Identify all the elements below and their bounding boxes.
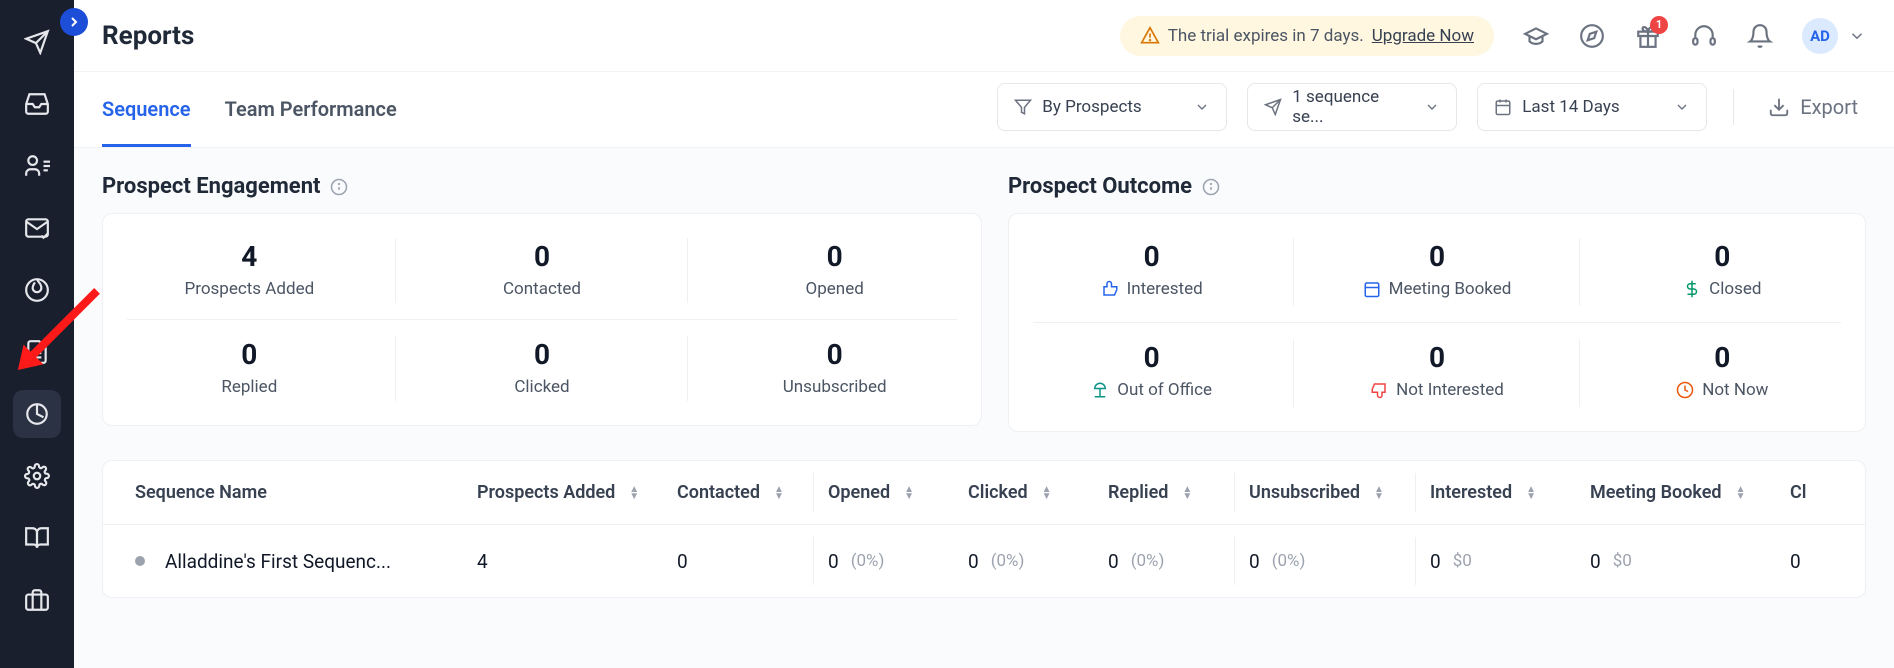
beach-icon (1091, 381, 1109, 399)
filter-range-label: Last 14 Days (1522, 97, 1619, 117)
calendar-icon (1363, 280, 1381, 298)
col-opened[interactable]: Opened▲▼ (814, 482, 954, 503)
col-replied[interactable]: Replied▲▼ (1094, 482, 1234, 503)
thumbs-down-icon (1370, 381, 1388, 399)
col-interested[interactable]: Interested▲▼ (1416, 482, 1576, 503)
col-unsubscribed[interactable]: Unsubscribed▲▼ (1235, 482, 1415, 503)
trial-text: The trial expires in 7 days. (1168, 26, 1364, 46)
bell-icon[interactable] (1746, 22, 1774, 50)
filter-seq-label: 1 sequence se... (1292, 87, 1404, 127)
nav-inbox-icon[interactable] (13, 80, 61, 128)
nav-campaigns-icon[interactable] (13, 18, 61, 66)
col-meeting-booked[interactable]: Meeting Booked▲▼ (1576, 482, 1776, 503)
page-title: Reports (102, 21, 194, 51)
sequence-table: Sequence Name Prospects Added▲▼ Contacte… (102, 460, 1866, 598)
nav-warmup-icon[interactable] (13, 266, 61, 314)
stat-replied: 0Replied (103, 320, 396, 417)
col-prospects-added[interactable]: Prospects Added▲▼ (463, 482, 663, 503)
col-sequence-name[interactable]: Sequence Name (103, 482, 463, 503)
engagement-card: 4Prospects Added 0Contacted 0Opened 0Rep… (102, 213, 982, 426)
send-icon (1264, 98, 1282, 116)
stat-clicked: 0Clicked (396, 320, 689, 417)
user-menu[interactable]: AD (1802, 18, 1866, 54)
tab-team-performance[interactable]: Team Performance (225, 72, 397, 147)
export-label: Export (1800, 95, 1858, 119)
sort-icon: ▲▼ (1182, 486, 1192, 500)
avatar: AD (1802, 18, 1838, 54)
stat-prospects-added: 4Prospects Added (103, 222, 396, 319)
table-row[interactable]: Alladdine's First Sequenc... 4 0 0(0%) 0… (103, 525, 1865, 597)
filter-sequence-dropdown[interactable]: 1 sequence se... (1247, 83, 1457, 131)
warning-icon (1140, 26, 1160, 46)
nav-email-icon[interactable] (13, 204, 61, 252)
outcome-title: Prospect Outcome (1008, 174, 1866, 199)
nav-docs-icon[interactable] (13, 514, 61, 562)
nav-agency-icon[interactable] (13, 576, 61, 624)
sort-icon: ▲▼ (904, 486, 914, 500)
sort-icon: ▲▼ (629, 486, 639, 500)
filter-icon (1014, 98, 1032, 116)
stat-meeting: 0Meeting Booked (1294, 222, 1579, 322)
tab-sequence[interactable]: Sequence (102, 72, 191, 147)
outcome-card: 0Interested 0Meeting Booked 0Closed 0Out… (1008, 213, 1866, 432)
sort-icon: ▲▼ (1042, 486, 1052, 500)
stat-opened: 0Opened (688, 222, 981, 319)
chevron-down-icon (1194, 99, 1210, 115)
chevron-down-icon (1674, 99, 1690, 115)
filter-by-dropdown[interactable]: By Prospects (997, 83, 1227, 131)
col-closed[interactable]: Cl (1776, 482, 1820, 503)
stat-not-interested: 0Not Interested (1294, 323, 1579, 423)
stat-contacted: 0Contacted (396, 222, 689, 319)
engagement-title-text: Prospect Engagement (102, 174, 320, 199)
sort-icon: ▲▼ (1374, 486, 1384, 500)
academy-icon[interactable] (1522, 22, 1550, 50)
stat-unsubscribed: 0Unsubscribed (688, 320, 981, 417)
info-icon[interactable] (1202, 178, 1220, 196)
stat-ooo: 0Out of Office (1009, 323, 1294, 423)
nav-reports-icon[interactable] (13, 390, 61, 438)
support-icon[interactable] (1690, 22, 1718, 50)
sort-icon: ▲▼ (1526, 486, 1536, 500)
col-clicked[interactable]: Clicked▲▼ (954, 482, 1094, 503)
sidebar-toggle-button[interactable] (60, 8, 88, 36)
clock-icon (1676, 381, 1694, 399)
stat-not-now: 0Not Now (1580, 323, 1865, 423)
stat-closed: 0Closed (1580, 222, 1865, 322)
engagement-title: Prospect Engagement (102, 174, 982, 199)
divider (1733, 89, 1734, 125)
upgrade-link[interactable]: Upgrade Now (1372, 26, 1474, 46)
sequence-name-cell: Alladdine's First Sequenc... (165, 550, 391, 573)
col-contacted[interactable]: Contacted▲▼ (663, 482, 813, 503)
status-dot (135, 556, 145, 566)
nav-settings-icon[interactable] (13, 452, 61, 500)
chevron-down-icon (1848, 27, 1866, 45)
filter-by-label: By Prospects (1042, 97, 1141, 117)
calendar-icon (1494, 98, 1512, 116)
trial-banner: The trial expires in 7 days. Upgrade Now (1120, 16, 1494, 56)
chevron-down-icon (1424, 99, 1440, 115)
compass-icon[interactable] (1578, 22, 1606, 50)
export-button[interactable]: Export (1760, 95, 1866, 119)
filter-daterange-dropdown[interactable]: Last 14 Days (1477, 83, 1707, 131)
sort-icon: ▲▼ (1736, 486, 1746, 500)
stat-interested: 0Interested (1009, 222, 1294, 322)
info-icon[interactable] (330, 178, 348, 196)
nav-prospects-icon[interactable] (13, 142, 61, 190)
sort-icon: ▲▼ (774, 486, 784, 500)
download-icon (1768, 96, 1790, 118)
outcome-title-text: Prospect Outcome (1008, 174, 1192, 199)
gift-badge: 1 (1650, 16, 1668, 34)
gift-icon[interactable]: 1 (1634, 22, 1662, 50)
thumbs-up-icon (1101, 280, 1119, 298)
dollar-icon (1683, 280, 1701, 298)
